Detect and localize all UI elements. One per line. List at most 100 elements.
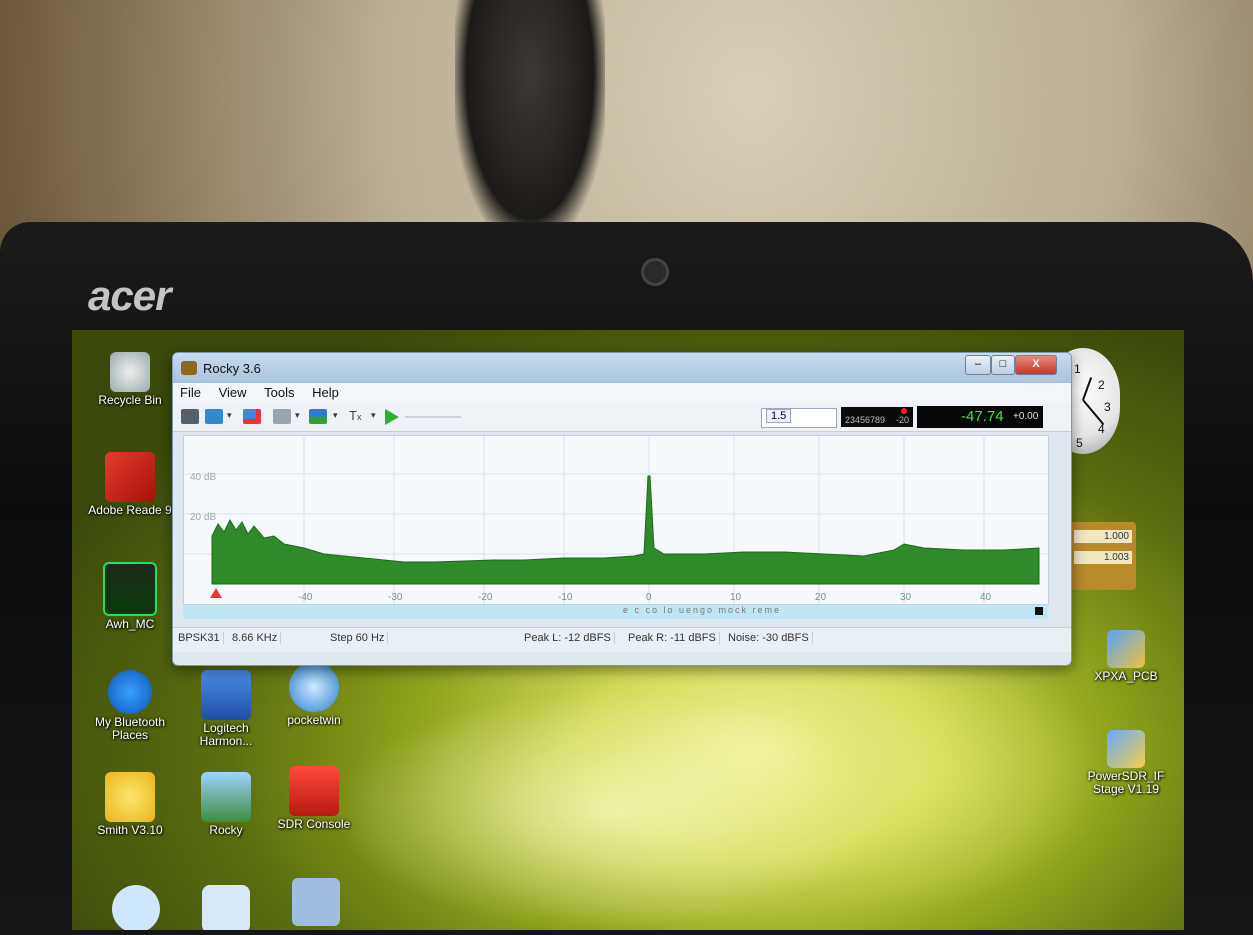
wallpaper-glow bbox=[692, 650, 1112, 910]
brand-logo: acer bbox=[88, 272, 171, 319]
desktop-icon-label: Awh_MC bbox=[105, 617, 155, 631]
bluetooth-icon bbox=[108, 670, 152, 714]
desktop-icon-smith[interactable]: Smith V3.10 bbox=[86, 772, 174, 837]
adobe-reader-icon bbox=[105, 452, 155, 502]
harmony-remote-icon bbox=[201, 670, 251, 720]
window-title: Rocky 3.6 bbox=[203, 361, 261, 376]
app-icon bbox=[181, 361, 197, 375]
freq-field[interactable]: 1.5 bbox=[761, 408, 837, 428]
status-mode: BPSK31 bbox=[175, 632, 224, 644]
toolbar: ▾ ▾ ▾ Tx ▾ 1.5 23456789 -20 -47.74 +0.00 bbox=[173, 403, 1071, 432]
chart-app-icon bbox=[103, 562, 157, 616]
status-freq: 8.66 KHz bbox=[229, 632, 282, 644]
level-value: -47.74 bbox=[961, 408, 1004, 425]
smith-chart-icon bbox=[105, 772, 155, 822]
spectrum-trace bbox=[211, 475, 1040, 585]
desktop-icon-awh-mc[interactable]: Awh_MC bbox=[86, 562, 174, 631]
meter-gadget[interactable]: 1.000 1.003 bbox=[1070, 522, 1136, 590]
spectrum-svg: 40 dB 20 dB -40 -30 -20 -10 0 10 20 30 4… bbox=[184, 436, 1048, 604]
gadget-value: 1.003 bbox=[1074, 551, 1132, 564]
status-peak-r: Peak R: -11 dBFS bbox=[625, 632, 720, 644]
spectrum-display[interactable]: 40 dB 20 dB -40 -30 -20 -10 0 10 20 30 4… bbox=[183, 435, 1049, 605]
status-led bbox=[901, 408, 907, 414]
x-tick-label: 40 bbox=[980, 592, 992, 603]
xpxa-pcb-icon bbox=[1107, 630, 1145, 668]
menu-bar: File View Tools Help bbox=[173, 383, 1071, 403]
record-icon[interactable] bbox=[243, 409, 261, 424]
title-bar[interactable]: Rocky 3.6 – □ X bbox=[173, 353, 1071, 383]
x-tick-label: -40 bbox=[298, 592, 313, 603]
desktop-icon-pocketwin[interactable]: pocketwin bbox=[270, 662, 358, 727]
decoded-text: e c co lo uengo mock reme bbox=[623, 605, 782, 615]
chevron-down-icon[interactable]: ▾ bbox=[295, 410, 303, 425]
x-tick-label: 0 bbox=[646, 592, 652, 603]
freq-value: 1.5 bbox=[766, 409, 792, 423]
partial-desktop-icon bbox=[112, 885, 160, 930]
clear-button[interactable] bbox=[1035, 607, 1043, 615]
db-label: 40 dB bbox=[190, 472, 216, 483]
play-icon[interactable] bbox=[385, 409, 399, 425]
clock-number: 3 bbox=[1104, 400, 1111, 414]
maximize-button[interactable]: □ bbox=[991, 355, 1015, 375]
desktop-icon-powersdr[interactable]: PowerSDR_IF Stage V1.19 bbox=[1082, 730, 1170, 796]
x-tick-label: -20 bbox=[478, 592, 493, 603]
level-display: -47.74 +0.00 bbox=[917, 406, 1043, 428]
af-icon[interactable] bbox=[309, 409, 327, 424]
partial-desktop-icon bbox=[202, 885, 250, 930]
status-peak-l: Peak L: -12 dBFS bbox=[521, 632, 615, 644]
rx-digits: 23456789 bbox=[845, 415, 886, 425]
clock-hour-hand bbox=[1082, 399, 1105, 426]
monitor-icon[interactable] bbox=[205, 409, 223, 424]
sdr-console-icon bbox=[289, 766, 339, 816]
desktop-icon-logitech[interactable]: Logitech Harmon... bbox=[182, 670, 270, 748]
menu-file[interactable]: File bbox=[173, 383, 208, 402]
status-bar: BPSK31 8.66 KHz Step 60 Hz Peak L: -12 d… bbox=[173, 627, 1071, 652]
desktop-icon-sdr-console[interactable]: SDR Console bbox=[270, 766, 358, 831]
recycle-bin-icon bbox=[110, 352, 150, 392]
rx-offset: -20 bbox=[896, 415, 910, 425]
clock-number: 1 bbox=[1074, 362, 1081, 376]
x-tick-label: 30 bbox=[900, 592, 912, 603]
desktop-icon-label: SDR Console bbox=[277, 817, 351, 831]
powersdr-icon bbox=[1107, 730, 1145, 768]
desktop-icon-rocky[interactable]: Rocky bbox=[182, 772, 270, 837]
chevron-down-icon[interactable]: ▾ bbox=[227, 410, 235, 425]
tx-level-slider[interactable] bbox=[405, 416, 461, 418]
clock-minute-hand bbox=[1082, 377, 1093, 401]
status-step: Step 60 Hz bbox=[327, 632, 389, 644]
tuning-marker[interactable] bbox=[210, 588, 222, 598]
chevron-down-icon[interactable]: ▾ bbox=[333, 410, 341, 425]
desktop-icon-recycle-bin[interactable]: Recycle Bin bbox=[86, 352, 174, 407]
menu-tools[interactable]: Tools bbox=[257, 383, 301, 402]
desktop-icon-xpxa-pcb[interactable]: XPXA_PCB bbox=[1082, 630, 1170, 683]
x-tick-label: 20 bbox=[815, 592, 827, 603]
rocky-app-icon bbox=[201, 772, 251, 822]
minimize-button[interactable]: – bbox=[965, 355, 991, 375]
keyboard-icon[interactable] bbox=[273, 409, 291, 424]
desktop-icon-label: Logitech Harmon... bbox=[199, 721, 253, 748]
desktop-icon-label: XPXA_PCB bbox=[1094, 669, 1158, 683]
soundcard-icon[interactable] bbox=[181, 409, 199, 424]
background-cable bbox=[455, 0, 605, 245]
decoded-text-bar: e c co lo uengo mock reme bbox=[183, 605, 1047, 619]
clock-number: 2 bbox=[1098, 378, 1105, 392]
desktop-icon-label: Rocky bbox=[209, 823, 243, 837]
db-label: 20 dB bbox=[190, 512, 216, 523]
partial-desktop-icon bbox=[292, 878, 340, 926]
menu-view[interactable]: View bbox=[212, 383, 254, 402]
desktop-icon-label: Smith V3.10 bbox=[97, 823, 163, 837]
tx-icon[interactable]: Tx bbox=[349, 409, 367, 424]
rocky-window[interactable]: Rocky 3.6 – □ X File View Tools Help ▾ ▾… bbox=[172, 352, 1072, 666]
rx-frequency-display: 23456789 -20 bbox=[841, 407, 913, 427]
menu-help[interactable]: Help bbox=[305, 383, 346, 402]
x-tick-label: -10 bbox=[558, 592, 573, 603]
clock-number: 5 bbox=[1076, 436, 1083, 450]
desktop-icon-bluetooth[interactable]: My Bluetooth Places bbox=[86, 670, 174, 742]
status-noise: Noise: -30 dBFS bbox=[725, 632, 813, 644]
webcam bbox=[641, 258, 669, 286]
desktop-icon-label: pocketwin bbox=[287, 713, 341, 727]
desktop-icon-adobe-reader[interactable]: Adobe Reade 9 bbox=[86, 452, 174, 517]
close-button[interactable]: X bbox=[1015, 355, 1057, 375]
chevron-down-icon[interactable]: ▾ bbox=[371, 410, 379, 425]
desktop-icon-label: Recycle Bin bbox=[98, 393, 162, 407]
